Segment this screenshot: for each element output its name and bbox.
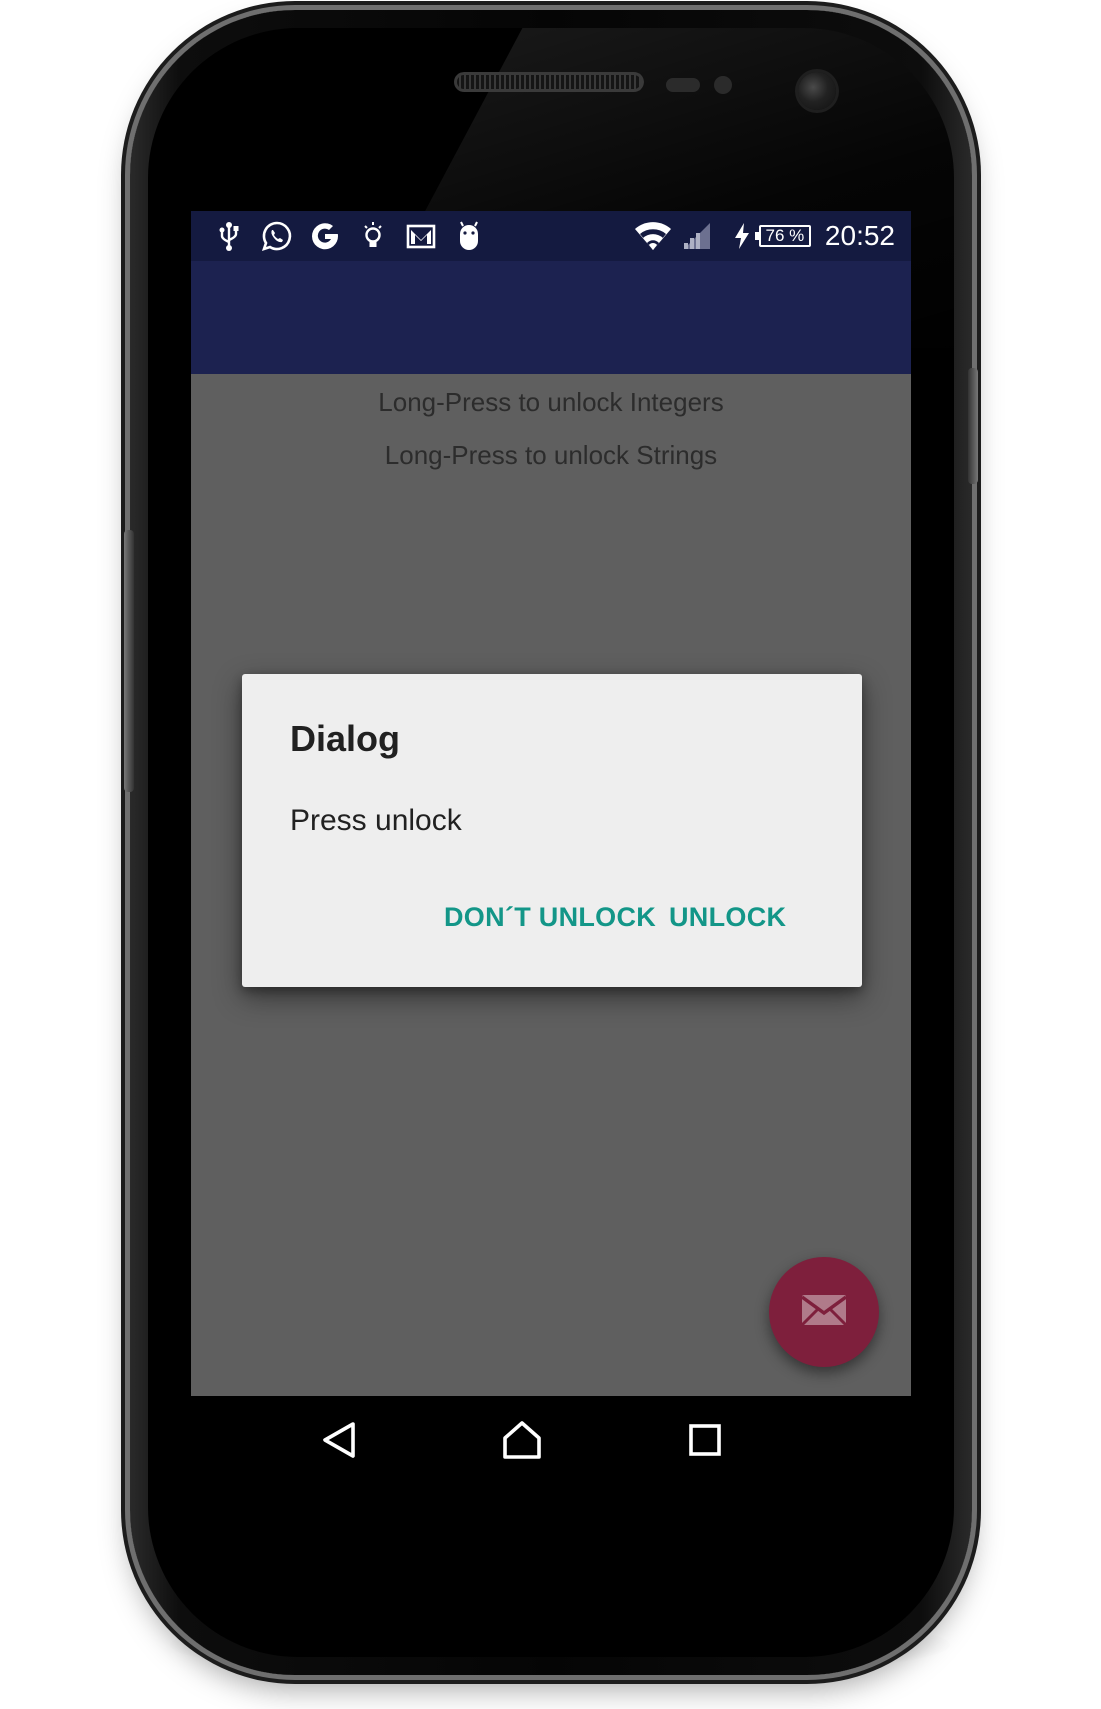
battery-indicator: 76 % [754,225,811,247]
unlock-strings-text[interactable]: Long-Press to unlock Strings [191,440,911,471]
screen: 76 % 20:52 Long-Press to unlock Integers… [191,211,911,1487]
status-bar: 76 % 20:52 [191,211,911,261]
back-button[interactable] [315,1418,363,1466]
whatsapp-icon [261,220,293,252]
app-toolbar [191,261,911,374]
unlock-button[interactable]: UNLOCK [669,902,786,933]
charging-icon [733,220,751,252]
dialog-title: Dialog [290,718,401,759]
signal-icon [681,220,713,252]
back-icon [321,1421,357,1464]
home-icon [501,1420,543,1465]
gmail-icon [405,220,437,252]
power-button [968,368,978,484]
home-button[interactable] [498,1418,546,1466]
google-icon [309,220,341,252]
earpiece-speaker [454,72,644,92]
unlock-dialog: Dialog Press unlock DON´T UNLOCK UNLOCK [242,674,862,987]
light-sensor [714,76,732,94]
usb-icon [213,220,245,252]
system-indicators: 76 % 20:52 [633,220,911,252]
notification-icons [191,220,501,252]
battery-level: 76 % [765,226,805,245]
mail-fab-button[interactable] [769,1257,879,1367]
status-clock: 20:52 [824,220,895,251]
volume-button [124,530,134,792]
unlock-integers-text[interactable]: Long-Press to unlock Integers [191,387,911,418]
recents-icon [688,1423,722,1462]
mail-icon [800,1293,848,1332]
dialog-message: Press unlock [290,804,462,837]
lightbulb-icon [357,220,389,252]
proximity-sensor [666,78,700,92]
android-icon [453,220,485,252]
wifi-icon [633,220,673,252]
navigation-bar [191,1396,911,1487]
front-camera [798,72,836,110]
dont-unlock-button[interactable]: DON´T UNLOCK [444,902,656,933]
recents-button[interactable] [681,1418,729,1466]
